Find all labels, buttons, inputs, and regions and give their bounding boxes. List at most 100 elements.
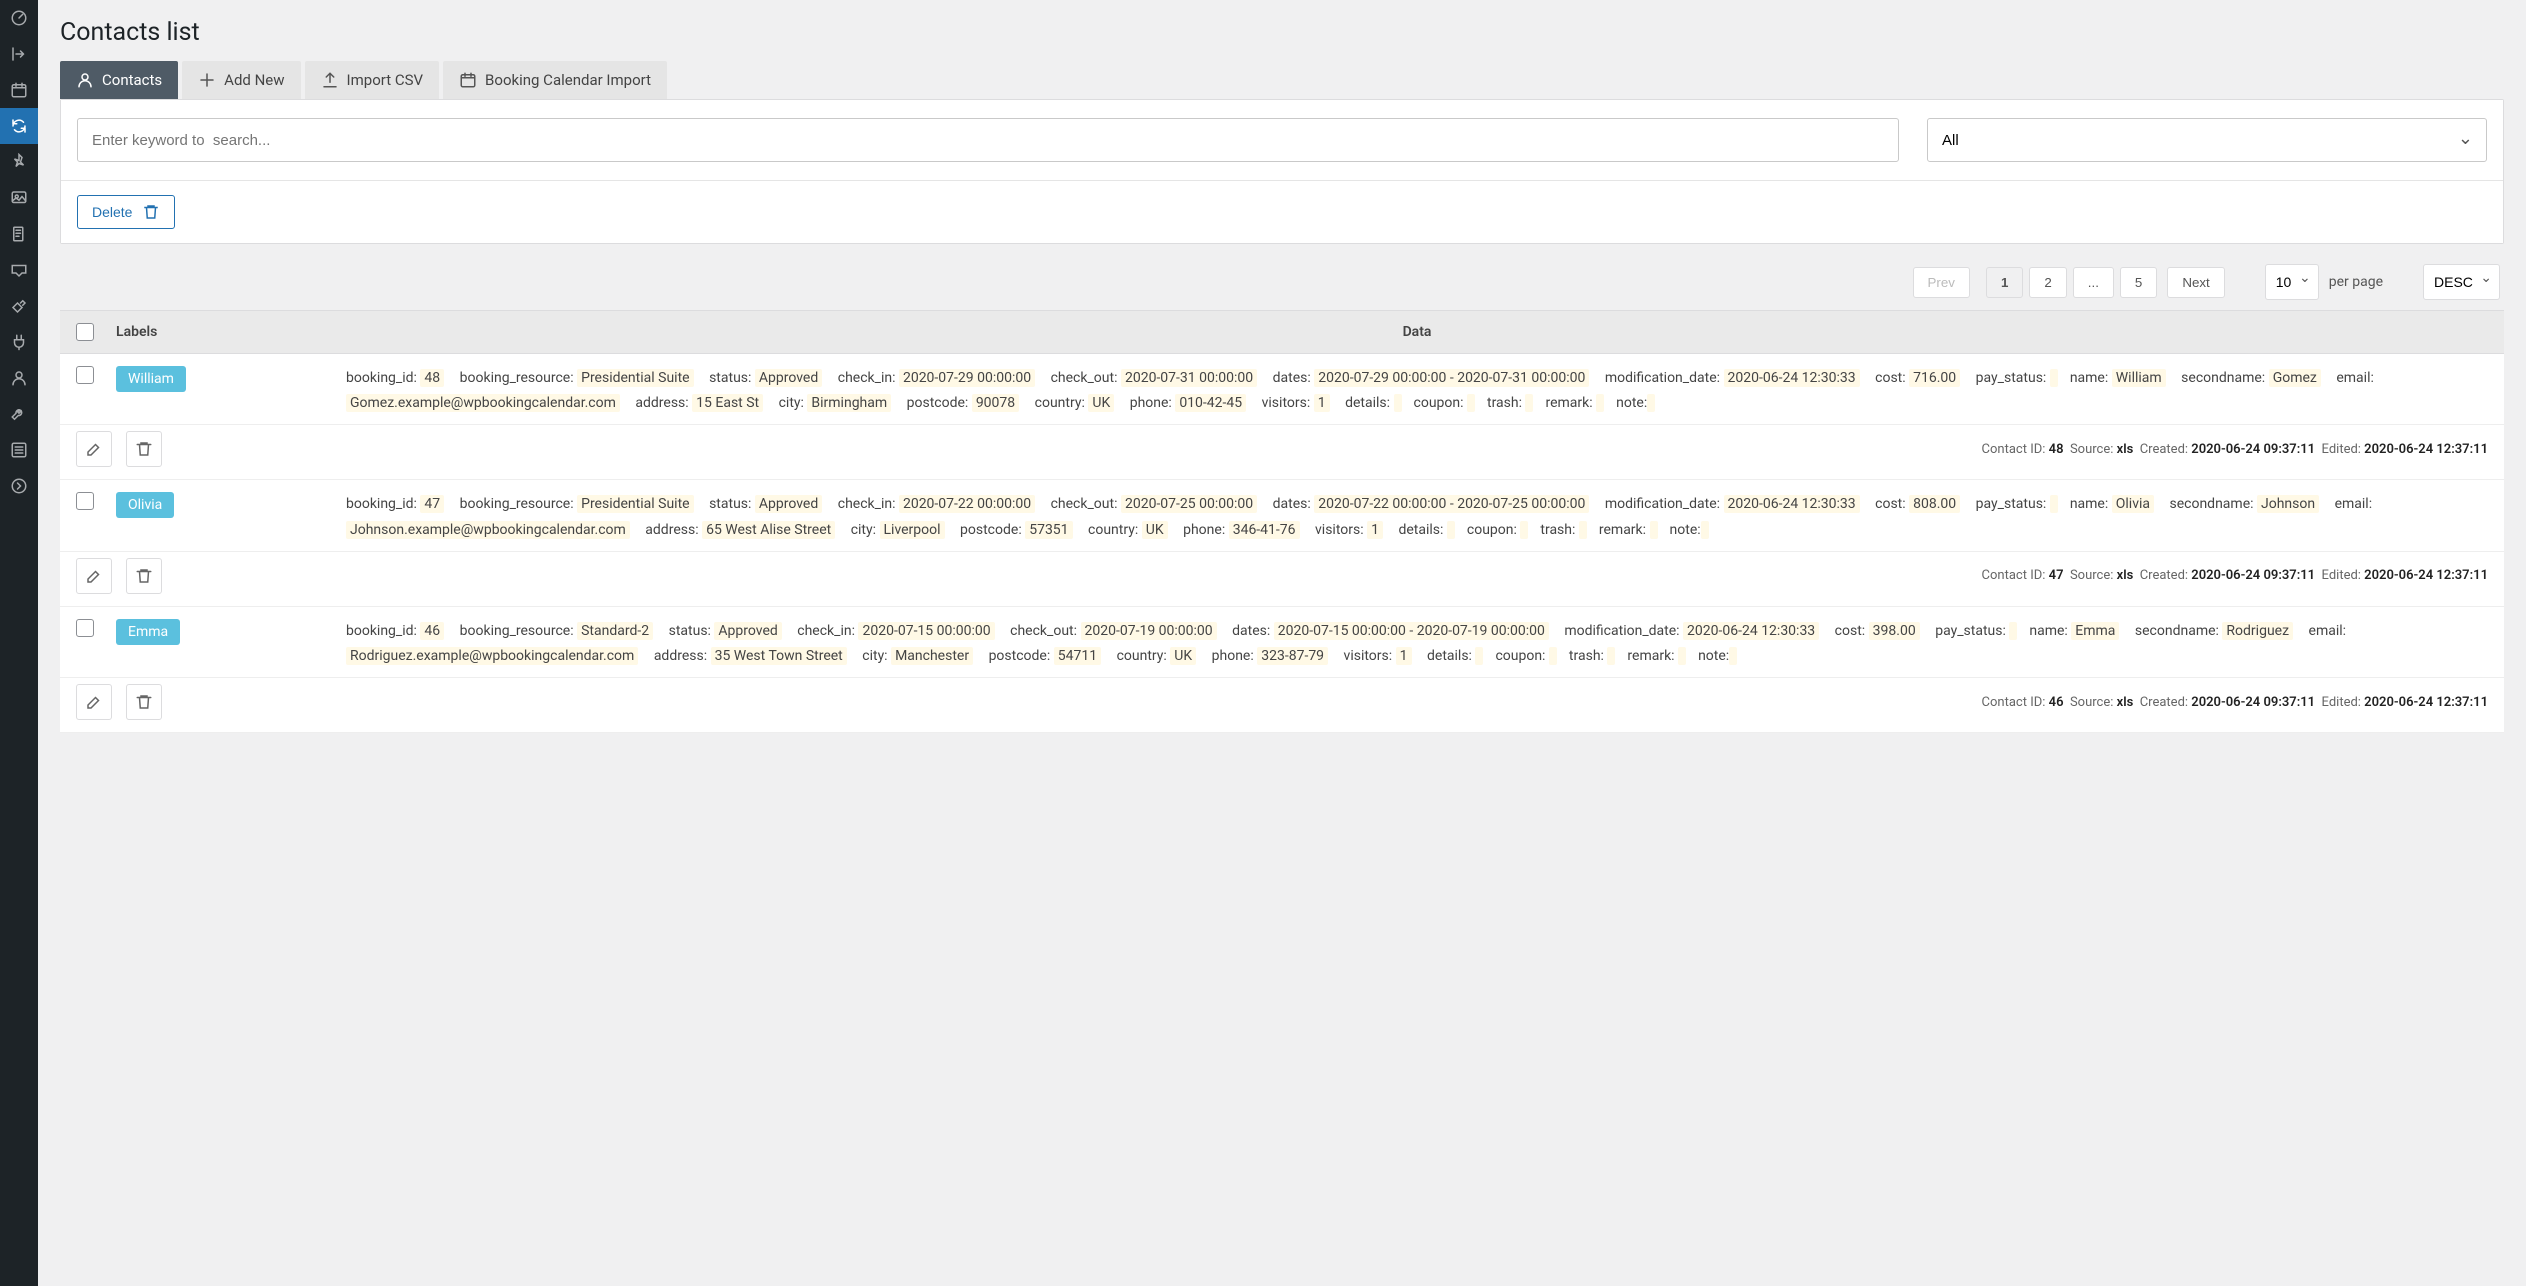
field-value: 2020-07-29 00:00:00 - 2020-07-31 00:00:0…: [1314, 369, 1589, 387]
field-value: [2050, 495, 2058, 513]
tab[interactable]: Import CSV: [305, 61, 440, 99]
sidebar-item[interactable]: [0, 72, 38, 108]
field-value: [1647, 394, 1655, 412]
field-value: 57351: [1025, 521, 1072, 539]
field-value: 2020-07-22 00:00:00: [899, 495, 1035, 513]
pagination-prev[interactable]: Prev: [1913, 267, 1970, 298]
refresh-icon: [10, 117, 28, 135]
field-value: 2020-06-24 12:30:33: [1724, 495, 1860, 513]
sort-select[interactable]: DESC: [2423, 264, 2500, 300]
field-key: details:: [1345, 395, 1390, 411]
field-key: phone:: [1212, 648, 1254, 664]
field-value: 46: [420, 622, 444, 640]
row-checkbox[interactable]: [76, 366, 94, 384]
comments-icon: [10, 261, 28, 279]
field-key: postcode:: [989, 648, 1051, 664]
field-key: trash:: [1540, 522, 1575, 538]
pagination-page[interactable]: 1: [1986, 267, 2023, 298]
field-value: William: [2112, 369, 2166, 387]
field-value: 1: [1396, 647, 1412, 665]
contact-badge: William: [116, 366, 186, 392]
field-value: Olivia: [2112, 495, 2154, 513]
tab[interactable]: Add New: [182, 61, 300, 99]
sidebar-item[interactable]: [0, 180, 38, 216]
sidebar-item[interactable]: [0, 468, 38, 504]
field-key: check_in:: [838, 370, 896, 386]
edit-button[interactable]: [76, 431, 112, 467]
tab-label: Booking Calendar Import: [485, 71, 651, 89]
sidebar-item[interactable]: [0, 252, 38, 288]
calendar-icon: [10, 81, 28, 99]
select-all-checkbox[interactable]: [76, 323, 94, 341]
delete-row-button[interactable]: [126, 431, 162, 467]
field-key: phone:: [1183, 522, 1225, 538]
edit-button[interactable]: [76, 684, 112, 720]
field-key: city:: [779, 395, 804, 411]
row-data: booking_id: 46 booking_resource: Standar…: [346, 619, 2488, 677]
edit-button[interactable]: [76, 558, 112, 594]
field-key: email:: [2309, 623, 2347, 639]
sidebar-item[interactable]: [0, 216, 38, 252]
field-key: check_out:: [1051, 496, 1118, 512]
trash-icon: [135, 567, 153, 585]
field-key: pay_status:: [1976, 370, 2047, 386]
field-key: dates:: [1273, 496, 1311, 512]
tab-label: Import CSV: [347, 71, 424, 89]
row-checkbox[interactable]: [76, 619, 94, 637]
pagination-page[interactable]: 2: [2029, 267, 2066, 298]
sidebar-item[interactable]: [0, 288, 38, 324]
delete-row-button[interactable]: [126, 684, 162, 720]
tab-label: Contacts: [102, 71, 162, 89]
field-value: Approved: [714, 622, 781, 640]
field-value: 2020-07-25 00:00:00: [1121, 495, 1257, 513]
field-key: status:: [709, 496, 751, 512]
plugins-icon: [10, 333, 28, 351]
field-value: [1525, 394, 1533, 412]
row-meta: Contact ID: 48 Source: xls Created: 2020…: [1982, 442, 2488, 457]
field-value: Emma: [2071, 622, 2119, 640]
delete-row-button[interactable]: [126, 558, 162, 594]
edit-icon: [85, 440, 103, 458]
field-value: [2050, 369, 2058, 387]
sidebar-item[interactable]: [0, 360, 38, 396]
field-value: Standard-2: [577, 622, 653, 640]
field-value: [1447, 521, 1455, 539]
field-key: remark:: [1545, 395, 1592, 411]
field-key: trash:: [1487, 395, 1522, 411]
field-value: 15 East St: [692, 394, 763, 412]
sidebar-item[interactable]: [0, 36, 38, 72]
tab[interactable]: Booking Calendar Import: [443, 61, 667, 99]
field-key: details:: [1398, 522, 1443, 538]
field-value: 54711: [1054, 647, 1101, 665]
field-value: 010-42-45: [1175, 394, 1246, 412]
field-value: [1467, 394, 1475, 412]
tab[interactable]: Contacts: [60, 61, 178, 99]
pagination-next[interactable]: Next: [2167, 267, 2224, 298]
sidebar-item[interactable]: [0, 144, 38, 180]
field-value: Gomez: [2269, 369, 2321, 387]
sidebar-item[interactable]: [0, 108, 38, 144]
delete-button[interactable]: Delete: [77, 195, 175, 229]
pagination-page[interactable]: 5: [2120, 267, 2157, 298]
field-value: Rodriguez.example@wpbookingcalendar.com: [346, 647, 638, 665]
field-value: 716.00: [1909, 369, 1960, 387]
sidebar-item[interactable]: [0, 396, 38, 432]
field-value: 47: [420, 495, 444, 513]
field-value: Manchester: [891, 647, 973, 665]
field-value: UK: [1088, 394, 1114, 412]
field-value: 35 West Town Street: [711, 647, 847, 665]
sidebar-item[interactable]: [0, 432, 38, 468]
field-value: [1701, 521, 1709, 539]
field-key: booking_id:: [346, 496, 417, 512]
field-key: country:: [1035, 395, 1085, 411]
paint-icon: [10, 297, 28, 315]
search-input[interactable]: [77, 118, 1899, 162]
per-page-select[interactable]: 10: [2265, 264, 2319, 300]
filter-select[interactable]: All: [1927, 118, 2487, 162]
row-checkbox[interactable]: [76, 492, 94, 510]
sidebar-item[interactable]: [0, 0, 38, 36]
sidebar-item[interactable]: [0, 324, 38, 360]
row-data: booking_id: 48 booking_resource: Preside…: [346, 366, 2488, 424]
field-value: 2020-06-24 12:30:33: [1724, 369, 1860, 387]
pagination-page[interactable]: ...: [2073, 267, 2114, 298]
